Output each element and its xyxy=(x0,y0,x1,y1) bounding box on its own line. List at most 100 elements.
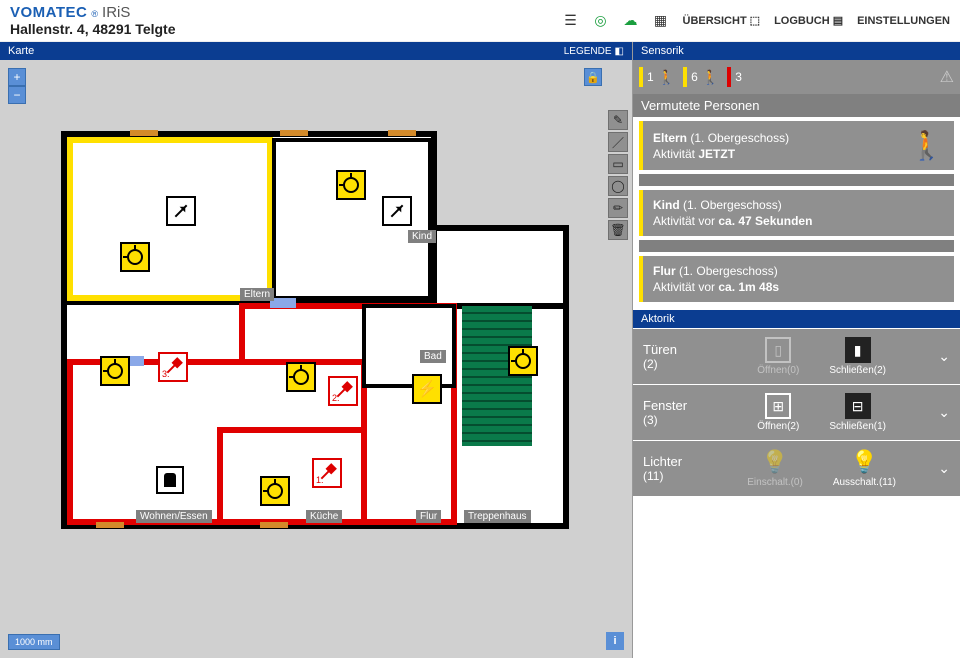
window-open-icon: ⊞ xyxy=(765,393,791,419)
sensorik-subtitle: Vermutete Personen xyxy=(633,94,960,117)
chevron-down-icon[interactable]: ⌄ xyxy=(938,404,950,421)
lock-button[interactable]: 🔒 xyxy=(584,68,602,86)
nav-settings[interactable]: EINSTELLUNGEN xyxy=(857,15,950,27)
card-gap xyxy=(639,174,954,186)
nav-overview-label: ÜBERSICHT xyxy=(683,15,747,27)
zoom-in-button[interactable]: + xyxy=(8,68,26,86)
door-open-option[interactable]: ▯Öffnen(0) xyxy=(757,337,799,376)
cloud-icon[interactable]: ☁ xyxy=(623,13,639,29)
stairs xyxy=(462,306,532,446)
cube-icon: ⬚ xyxy=(750,14,760,27)
person-act-label: Aktivität vor xyxy=(653,280,715,294)
light-on-option[interactable]: 💡Einschalt.(0) xyxy=(747,449,803,488)
door-close-option[interactable]: ▮ Schließen(2) xyxy=(829,337,886,376)
device-light-kind[interactable] xyxy=(336,170,366,200)
actor-options: ▯Öffnen(0) ▮ Schließen(2) xyxy=(713,337,930,376)
door-close-label: Schließen(2) xyxy=(829,365,886,376)
nav-logbook-label: LOGBUCH xyxy=(774,15,830,27)
label-eltern: Eltern xyxy=(240,288,274,301)
door-close-icon: ▮ xyxy=(845,337,871,363)
device-detector-2[interactable]: 2. xyxy=(328,376,358,406)
person-card-0[interactable]: Eltern (1. Obergeschoss) Aktivität JETZT… xyxy=(639,121,954,170)
person-card-text: Eltern (1. Obergeschoss) Aktivität JETZT xyxy=(653,131,909,161)
actor-row-lichter: Lichter(11) 💡Einschalt.(0) 💡Ausschalt.(1… xyxy=(633,441,960,496)
sensor-count-3: 3 xyxy=(735,70,742,84)
person-name: Kind xyxy=(653,198,680,212)
sensor-seg-1: 1🚶 xyxy=(639,67,675,87)
actor-count: (3) xyxy=(643,413,713,427)
warning-triangle-icon[interactable]: ⚠ xyxy=(940,67,954,87)
person-name: Eltern xyxy=(653,131,687,145)
tool-circle[interactable]: ◯ xyxy=(608,176,628,196)
actor-label: Lichter(11) xyxy=(643,454,713,483)
device-light-kueche[interactable] xyxy=(260,476,290,506)
actor-row-fenster: Fenster(3) ⊞ Öffnen(2) ⊟Schließen(1) ⌄ xyxy=(633,385,960,440)
broadcast-icon[interactable]: ◎ xyxy=(593,13,609,29)
window-close-icon: ⊟ xyxy=(845,393,871,419)
detector-1-num: 1. xyxy=(316,475,324,485)
window-close-option[interactable]: ⊟Schließen(1) xyxy=(829,393,886,432)
chevron-down-icon[interactable]: ⌄ xyxy=(938,348,950,365)
person-act-label: Aktivität xyxy=(653,147,695,161)
list-icon[interactable]: ☰ xyxy=(563,13,579,29)
sensor-count-2: 6 xyxy=(691,70,698,84)
device-detector-1[interactable]: 1. xyxy=(312,458,342,488)
actor-row-tueren: Türen(2) ▯Öffnen(0) ▮ Schließen(2) ⌄ xyxy=(633,329,960,384)
tool-edit[interactable]: ✏ xyxy=(608,198,628,218)
label-treppe: Treppenhaus xyxy=(464,510,531,523)
actor-count: (11) xyxy=(643,469,713,483)
map-area[interactable]: + − 🔒 ✎ ／ ▭ ◯ ✏ 🗑 xyxy=(0,60,632,658)
label-bad: Bad xyxy=(420,350,446,363)
sensor-seg-3: 3 xyxy=(727,67,742,87)
sensor-summary-bar: 1🚶 6🚶 3 ⚠ xyxy=(633,60,960,94)
app-header: VOMATEC® IRiS Hallenstr. 4, 48291 Telgte… xyxy=(0,0,960,42)
brand-reg: ® xyxy=(91,9,98,19)
device-detector-kind[interactable] xyxy=(382,196,412,226)
actor-name: Lichter xyxy=(643,454,682,469)
tool-pencil[interactable]: ✎ xyxy=(608,110,628,130)
tool-rect[interactable]: ▭ xyxy=(608,154,628,174)
device-light-center[interactable] xyxy=(286,362,316,392)
actor-label: Fenster(3) xyxy=(643,398,713,427)
person-floor: (1. Obergeschoss) xyxy=(690,131,789,145)
device-light-wohnen1[interactable] xyxy=(100,356,130,386)
person-card-2[interactable]: Flur (1. Obergeschoss) Aktivität vor ca.… xyxy=(639,256,954,302)
sensorik-title-bar: Sensorik xyxy=(633,42,960,60)
bulb-on-icon: 💡 xyxy=(762,449,788,475)
device-electric-hazard[interactable]: ⚡ xyxy=(412,374,442,404)
card-gap xyxy=(639,240,954,252)
actor-options: 💡Einschalt.(0) 💡Ausschalt.(11) xyxy=(713,449,930,488)
device-detector-eltern[interactable] xyxy=(166,196,196,226)
light-off-option[interactable]: 💡Ausschalt.(11) xyxy=(833,449,896,488)
zoom-out-button[interactable]: − xyxy=(8,86,26,104)
right-panel: Sensorik 1🚶 6🚶 3 ⚠ Vermutete Personen El… xyxy=(632,42,960,658)
sensor-seg-2: 6🚶 xyxy=(683,67,719,87)
person-walk-icon: 🚶 xyxy=(658,69,675,86)
nav-overview[interactable]: ÜBERSICHT ⬚ xyxy=(683,14,761,27)
actor-count: (2) xyxy=(643,357,713,371)
bar-red-icon xyxy=(727,67,731,87)
tool-strip: ✎ ／ ▭ ◯ ✏ 🗑 xyxy=(608,110,628,240)
chevron-down-icon[interactable]: ⌄ xyxy=(938,460,950,477)
person-card-1[interactable]: Kind (1. Obergeschoss) Aktivität vor ca.… xyxy=(639,190,954,236)
map-title-bar: Karte LEGENDE ◧ xyxy=(0,42,632,60)
device-light-eltern[interactable] xyxy=(120,242,150,272)
device-extinguisher[interactable] xyxy=(156,466,184,494)
legend-button[interactable]: LEGENDE ◧ xyxy=(564,46,624,57)
tool-line[interactable]: ／ xyxy=(608,132,628,152)
bulb-off-icon: 💡 xyxy=(851,449,877,475)
info-button[interactable]: i xyxy=(606,632,624,650)
actor-label: Türen(2) xyxy=(643,342,713,371)
tool-delete[interactable]: 🗑 xyxy=(608,220,628,240)
device-light-treppe[interactable] xyxy=(508,346,538,376)
person-card-text: Kind (1. Obergeschoss) Aktivität vor ca.… xyxy=(653,198,944,228)
window-open-option[interactable]: ⊞ Öffnen(2) xyxy=(757,393,799,432)
nav-logbook[interactable]: LOGBUCH ▤ xyxy=(774,14,843,27)
grid-icon[interactable]: ▦ xyxy=(653,13,669,29)
device-detector-3[interactable]: 3. xyxy=(158,352,188,382)
header-left: VOMATEC® IRiS Hallenstr. 4, 48291 Telgte xyxy=(10,4,176,37)
window-open-label: Öffnen(2) xyxy=(757,421,799,432)
aktorik-title: Aktorik xyxy=(641,313,675,325)
brand-main: VOMATEC xyxy=(10,4,87,21)
aktorik-section: Aktorik Türen(2) ▯Öffnen(0) ▮ Schließen(2… xyxy=(633,310,960,497)
